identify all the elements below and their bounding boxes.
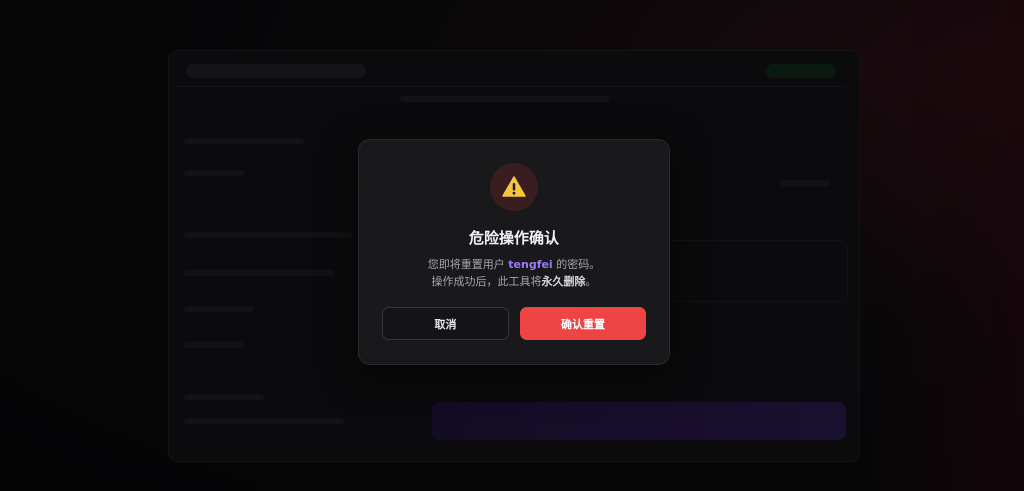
- warning-icon-badge: [490, 163, 538, 211]
- message-emphasis: 永久删除: [541, 275, 586, 288]
- background-text-line: [184, 170, 244, 176]
- background-glow: [854, 0, 1024, 491]
- dialog-title: 危险操作确认: [468, 229, 559, 247]
- background-text-line: [184, 138, 304, 144]
- background-search-bar: [186, 64, 366, 78]
- background-status-pill: [766, 64, 836, 78]
- message-text: 您即将重置用户: [427, 258, 505, 271]
- dialog-message: 您即将重置用户 tengfei 的密码。 操作成功后，此工具将永久删除。: [359, 256, 669, 290]
- dialog-message-line-1: 您即将重置用户 tengfei 的密码。: [359, 256, 669, 273]
- dialog-message-line-2: 操作成功后，此工具将永久删除。: [359, 273, 669, 290]
- message-text: 。: [585, 275, 597, 288]
- background-text-line: [184, 270, 334, 276]
- background-text-line: [184, 394, 264, 400]
- username-highlight: tengfei: [508, 258, 553, 271]
- warning-icon: [502, 176, 526, 197]
- cancel-button[interactable]: 取消: [382, 307, 509, 340]
- confirm-dialog: 危险操作确认 您即将重置用户 tengfei 的密码。 操作成功后，此工具将永久…: [358, 139, 670, 365]
- confirm-reset-button[interactable]: 确认重置: [520, 307, 646, 340]
- background-text-line: [184, 306, 254, 312]
- background-text-line: [184, 418, 344, 424]
- background-text-line: [184, 342, 244, 348]
- background-primary-button: [432, 402, 846, 440]
- background-text-line: [400, 96, 610, 102]
- background-text-line: [184, 232, 354, 238]
- background-text-line: [780, 180, 830, 186]
- screen: 危险操作确认 您即将重置用户 tengfei 的密码。 操作成功后，此工具将永久…: [0, 0, 1024, 491]
- message-text: 的密码。: [556, 258, 601, 271]
- background-toolbar: [176, 58, 846, 87]
- message-text: 操作成功后，此工具将: [431, 275, 542, 288]
